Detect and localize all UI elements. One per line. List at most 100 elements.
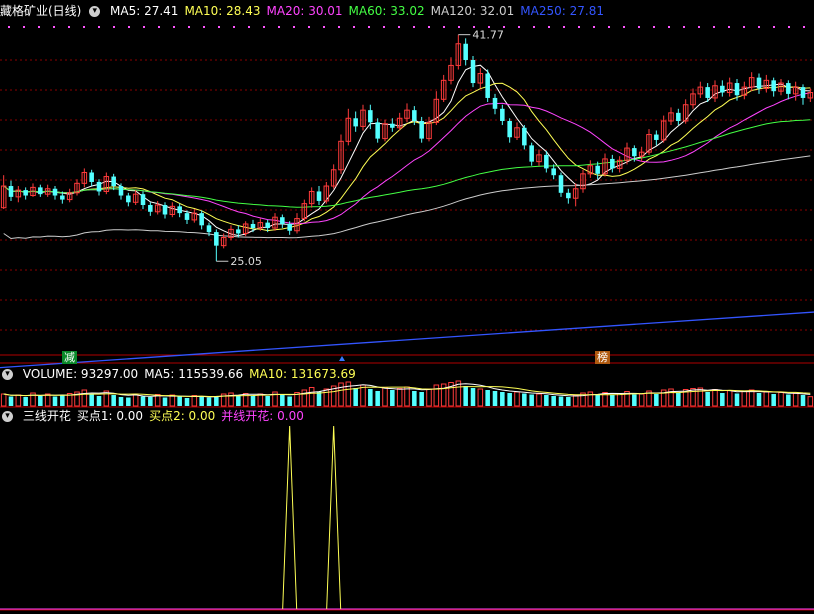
- settings-icon[interactable]: ▾: [89, 6, 101, 17]
- candle-body-16: [118, 186, 124, 196]
- volume-bar-46: [338, 382, 344, 407]
- candle-body-15: [111, 176, 116, 187]
- ma-label-5: MA250: 27.81: [520, 4, 604, 18]
- top-marker-0: [8, 26, 10, 28]
- top-marker-48: [728, 26, 730, 28]
- top-marker-27: [413, 26, 415, 28]
- volume-label-2: MA10: 131673.69: [249, 367, 356, 381]
- volume-bar-76: [558, 396, 564, 406]
- volume-bar-92: [676, 393, 681, 406]
- reduce-tag[interactable]: 减: [62, 351, 77, 364]
- candle-body-38: [280, 217, 285, 224]
- candle-body-67: [492, 97, 498, 109]
- volume-bar-13: [96, 396, 102, 406]
- arrow-marker: [339, 356, 345, 361]
- volume-bar-25: [184, 398, 190, 406]
- volume-bar-50: [368, 389, 373, 406]
- volume-bar-16: [118, 397, 124, 406]
- candle-body-12: [89, 172, 94, 182]
- top-marker-38: [578, 26, 580, 28]
- candle-body-34: [250, 223, 256, 229]
- indicator-spike-0: [282, 425, 298, 610]
- price-header: 藏格矿业(日线) ▾ MA5: 27.41 MA10: 28.43 MA20: 30…: [0, 3, 616, 19]
- indicator-header: ▾ 三线开花 买点1: 0.00 买点2: 0.00 并线开花: 0.00: [0, 408, 316, 424]
- indicator-spike-1: [326, 425, 342, 610]
- volume-bar-97: [712, 389, 718, 407]
- volume-settings-icon[interactable]: ▾: [2, 369, 13, 380]
- stock-title: 藏格矿业(日线): [0, 4, 82, 18]
- top-marker-3: [53, 26, 55, 28]
- top-marker-39: [593, 26, 595, 28]
- candle-body-96: [705, 87, 710, 98]
- volume-bar-43: [316, 391, 322, 406]
- volume-bar-74: [544, 395, 549, 406]
- ma-label-3: MA60: 33.02: [348, 4, 425, 18]
- ranking-tag[interactable]: 榜: [595, 351, 610, 364]
- top-marker-29: [443, 26, 445, 28]
- top-marker-17: [263, 26, 265, 28]
- top-marker-25: [383, 26, 385, 28]
- top-marker-45: [683, 26, 685, 28]
- top-marker-4: [68, 26, 70, 28]
- volume-bar-1: [8, 396, 14, 406]
- top-marker-40: [608, 26, 610, 28]
- top-marker-34: [518, 26, 520, 28]
- volume-bar-70: [514, 391, 520, 407]
- volume-bar-104: [763, 391, 770, 407]
- top-marker-7: [113, 26, 115, 28]
- volume-bar-66: [485, 390, 490, 406]
- volume-bar-83: [610, 395, 615, 406]
- volume-bar-68: [500, 392, 505, 406]
- volume-bar-55: [404, 386, 410, 407]
- candle-body-7: [52, 188, 58, 196]
- indicator-settings-icon[interactable]: ▾: [2, 411, 13, 422]
- volume-label-1: MA5: 115539.66: [144, 367, 244, 381]
- volume-bar-2: [15, 394, 22, 407]
- candle-body-28: [206, 225, 212, 233]
- volume-bar-101: [741, 390, 748, 407]
- candle-body-72: [529, 145, 534, 162]
- kline-chart[interactable]: 41.77 25.05: [0, 0, 814, 614]
- ma-label-2: MA20: 30.01: [266, 4, 343, 18]
- volume-bar-47: [345, 381, 352, 407]
- top-marker-47: [713, 26, 715, 28]
- candle-body-51: [375, 122, 380, 139]
- ma-label-1: MA10: 28.43: [184, 4, 261, 18]
- volume-bar-34: [250, 395, 256, 406]
- top-marker-28: [428, 26, 430, 28]
- candle-body-64: [470, 60, 476, 84]
- indicator-label-0: 三线开花: [22, 409, 71, 423]
- volume-bar-8: [60, 395, 65, 406]
- top-marker-13: [203, 26, 205, 28]
- top-marker-19: [293, 26, 295, 28]
- top-marker-36: [548, 26, 550, 28]
- candle-body-86: [632, 148, 637, 157]
- candle-body-39: [287, 223, 292, 231]
- candle-body-56: [412, 110, 417, 121]
- ma120-line: [3, 155, 811, 240]
- volume-bar-15: [111, 395, 116, 406]
- volume-bar-17: [126, 397, 131, 406]
- volume-bar-51: [375, 391, 380, 406]
- top-marker-11: [173, 26, 175, 28]
- volume-bar-20: [148, 397, 153, 406]
- top-marker-44: [668, 26, 670, 28]
- volume-bar-69: [507, 393, 512, 406]
- volume-label-0: VOLUME: 93297.00: [22, 367, 139, 381]
- top-marker-52: [788, 26, 790, 28]
- volume-bar-60: [440, 383, 447, 407]
- top-marker-51: [773, 26, 775, 28]
- top-marker-35: [533, 26, 535, 28]
- candle-body-77: [566, 192, 571, 199]
- volume-bar-19: [140, 396, 146, 406]
- ma-values: MA5: 27.41 MA10: 28.43 MA20: 30.01 MA60: 33…: [110, 4, 610, 18]
- top-marker-2: [38, 26, 40, 28]
- volume-bar-106: [778, 392, 784, 407]
- volume-bar-73: [536, 393, 542, 407]
- candle-body-36: [265, 222, 270, 229]
- volume-bar-102: [748, 389, 755, 407]
- candle-body-50: [368, 110, 373, 123]
- volume-bar-89: [654, 394, 659, 406]
- candle-body-3: [23, 190, 28, 196]
- top-marker-12: [188, 26, 190, 28]
